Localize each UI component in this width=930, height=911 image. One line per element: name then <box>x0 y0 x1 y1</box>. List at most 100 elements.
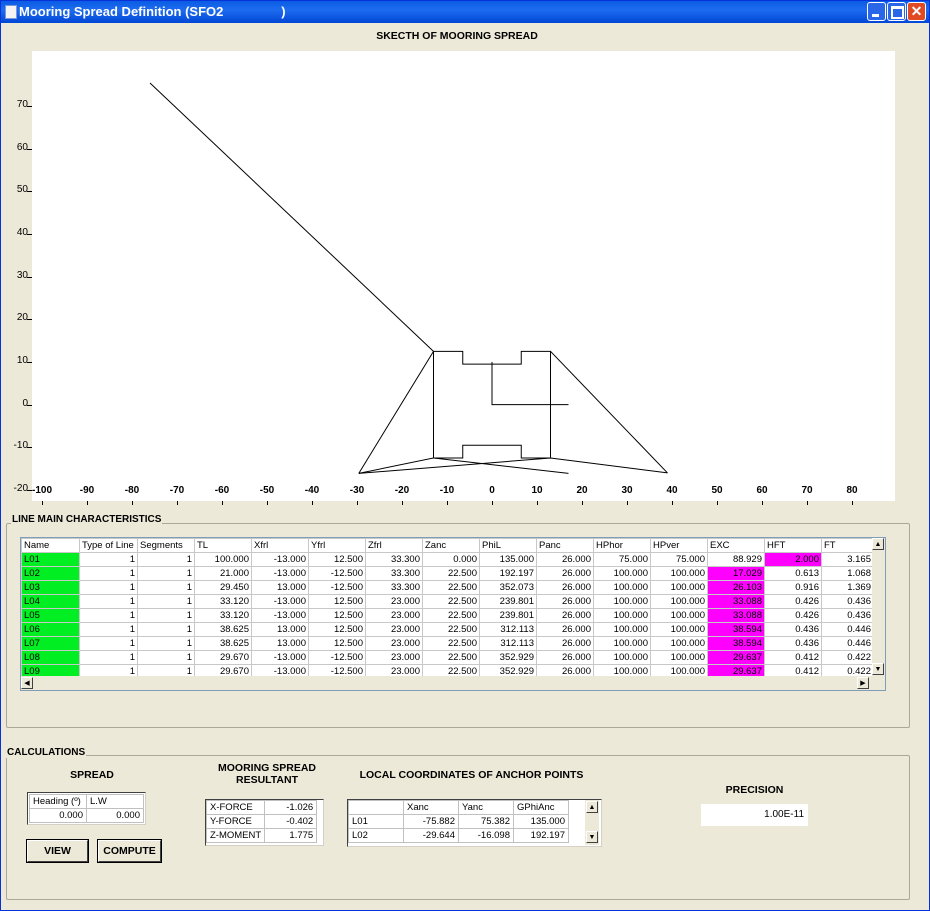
table-cell[interactable]: 33.120 <box>194 608 252 623</box>
maximize-button[interactable] <box>887 2 906 21</box>
table-cell[interactable]: 13.000 <box>251 580 309 595</box>
table-cell[interactable]: 23.000 <box>365 594 423 609</box>
scroll-up-icon[interactable]: ▲ <box>872 538 884 550</box>
table-cell[interactable]: 1 <box>79 552 138 567</box>
line-name-cell[interactable]: L05 <box>21 608 80 623</box>
anchor-cell[interactable]: 75.382 <box>458 814 514 829</box>
anchor-scrollbar[interactable]: ▲ ▼ <box>585 800 599 845</box>
table-cell[interactable]: -12.500 <box>308 580 366 595</box>
table-cell[interactable]: 239.801 <box>479 608 537 623</box>
table-cell[interactable]: 1 <box>79 636 138 651</box>
column-header[interactable]: Name <box>21 538 80 553</box>
table-cell[interactable]: 75.000 <box>593 552 651 567</box>
line-name-cell[interactable]: L04 <box>21 594 80 609</box>
table-cell[interactable]: 22.500 <box>422 594 480 609</box>
table-cell[interactable]: 13.000 <box>251 622 309 637</box>
scroll-right-icon[interactable]: ▶ <box>857 677 869 689</box>
table-cell[interactable]: 100.000 <box>650 636 708 651</box>
column-header[interactable]: Xfrl <box>251 538 309 553</box>
table-cell[interactable]: -13.000 <box>251 552 309 567</box>
table-cell[interactable]: -12.500 <box>308 566 366 581</box>
table-cell[interactable]: 1 <box>79 608 138 623</box>
table-cell[interactable]: 239.801 <box>479 594 537 609</box>
column-header[interactable]: Yfrl <box>308 538 366 553</box>
table-cell[interactable]: 0.613 <box>764 566 822 581</box>
table-cell[interactable]: 29.637 <box>707 650 765 665</box>
table-row[interactable]: L04 1 1 33.120 -13.000 12.500 23.000 22.500 239.… <box>21 594 874 609</box>
anchor-cell[interactable]: L02 <box>348 828 404 843</box>
table-cell[interactable]: 100.000 <box>650 580 708 595</box>
table-cell[interactable]: 26.000 <box>536 580 594 595</box>
table-cell[interactable]: 38.625 <box>194 636 252 651</box>
column-header[interactable]: HPhor <box>593 538 651 553</box>
table-cell[interactable]: 26.000 <box>536 594 594 609</box>
column-header[interactable]: EXC <box>707 538 765 553</box>
table-cell[interactable]: -13.000 <box>251 650 309 665</box>
anchor-points-grid[interactable]: Xanc Yanc GPhiAnc L01 -75.882 75.382 135.000 L0… <box>347 799 602 847</box>
table-cell[interactable]: 26.000 <box>536 608 594 623</box>
table-cell[interactable]: 352.929 <box>479 650 537 665</box>
minimize-button[interactable] <box>867 2 886 21</box>
table-cell[interactable]: 0.426 <box>764 594 822 609</box>
table-cell[interactable]: 12.500 <box>308 622 366 637</box>
table-cell[interactable]: 0.436 <box>764 622 822 637</box>
anchor-row[interactable]: L01 -75.882 75.382 135.000 <box>348 814 569 829</box>
column-header[interactable]: HFT <box>764 538 822 553</box>
table-cell[interactable]: 26.000 <box>536 636 594 651</box>
table-cell[interactable]: 26.000 <box>536 552 594 567</box>
table-cell[interactable]: 22.500 <box>422 566 480 581</box>
table-cell[interactable]: 33.300 <box>365 580 423 595</box>
column-header[interactable]: Segments <box>137 538 195 553</box>
table-cell[interactable]: 0.000 <box>422 552 480 567</box>
table-cell[interactable]: 33.088 <box>707 608 765 623</box>
anchor-scroll-down-icon[interactable]: ▼ <box>586 831 598 843</box>
spread-table[interactable]: Heading (º) L.W 0.000 0.000 <box>27 792 146 825</box>
compute-button[interactable]: COMPUTE <box>97 839 162 863</box>
table-cell[interactable]: 1 <box>137 650 195 665</box>
table-row[interactable]: L05 1 1 33.120 -13.000 12.500 23.000 22.500 239.… <box>21 608 874 623</box>
table-cell[interactable]: 1.369 <box>821 580 874 595</box>
column-header[interactable]: PhiL <box>479 538 537 553</box>
table-row[interactable]: L02 1 1 21.000 -13.000 -12.500 33.300 22.500 192… <box>21 566 874 581</box>
table-cell[interactable]: 26.000 <box>536 650 594 665</box>
table-cell[interactable]: 1 <box>137 580 195 595</box>
anchor-cell[interactable]: -29.644 <box>403 828 459 843</box>
column-header[interactable]: Panc <box>536 538 594 553</box>
table-cell[interactable]: 22.500 <box>422 580 480 595</box>
table-row[interactable]: L01 1 1 100.000 -13.000 12.500 33.300 0.000 135.… <box>21 552 874 567</box>
column-header[interactable]: FT <box>821 538 874 553</box>
table-row[interactable]: L08 1 1 29.670 -13.000 -12.500 23.000 22.500 352… <box>21 650 874 665</box>
table-cell[interactable]: 88.929 <box>707 552 765 567</box>
table-cell[interactable]: 100.000 <box>650 608 708 623</box>
precision-input[interactable]: 1.00E-11 <box>701 804 808 826</box>
table-cell[interactable]: 100.000 <box>593 594 651 609</box>
table-cell[interactable]: 22.500 <box>422 622 480 637</box>
table-cell[interactable]: 352.073 <box>479 580 537 595</box>
table-cell[interactable]: 22.500 <box>422 608 480 623</box>
line-name-cell[interactable]: L01 <box>21 552 80 567</box>
table-cell[interactable]: 100.000 <box>593 636 651 651</box>
heading-value[interactable]: 0.000 <box>29 808 87 823</box>
table-cell[interactable]: -12.500 <box>308 650 366 665</box>
table-cell[interactable]: 33.300 <box>365 552 423 567</box>
table-cell[interactable]: 75.000 <box>650 552 708 567</box>
table-cell[interactable]: 0.412 <box>764 650 822 665</box>
table-cell[interactable]: -13.000 <box>251 566 309 581</box>
table-cell[interactable]: 100.000 <box>593 650 651 665</box>
table-cell[interactable]: 0.422 <box>821 650 874 665</box>
table-cell[interactable]: 1 <box>79 622 138 637</box>
table-cell[interactable]: 26.103 <box>707 580 765 595</box>
table-cell[interactable]: 1 <box>79 566 138 581</box>
column-header[interactable]: Type of Line <box>79 538 138 553</box>
anchor-cell[interactable]: 192.197 <box>513 828 569 843</box>
table-cell[interactable]: 1 <box>137 636 195 651</box>
table-cell[interactable]: 33.120 <box>194 594 252 609</box>
table-cell[interactable]: 21.000 <box>194 566 252 581</box>
table-cell[interactable]: 38.594 <box>707 636 765 651</box>
table-cell[interactable]: 312.113 <box>479 636 537 651</box>
grid-horizontal-scrollbar[interactable]: ◀ ▶ <box>21 676 885 690</box>
table-cell[interactable]: 1 <box>137 566 195 581</box>
table-cell[interactable]: 0.436 <box>764 636 822 651</box>
table-cell[interactable]: 100.000 <box>593 622 651 637</box>
line-name-cell[interactable]: L02 <box>21 566 80 581</box>
